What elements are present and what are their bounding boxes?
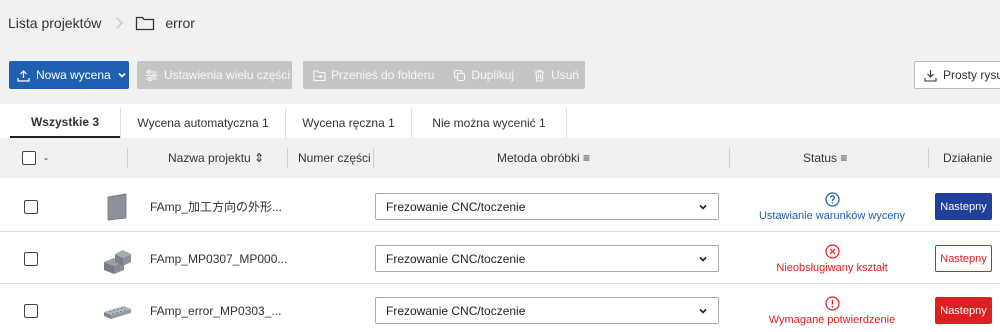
table-row: FAmp_error_MP0303_... Frezowanie CNC/toc… xyxy=(0,285,1000,332)
action-cell: Nastepny xyxy=(935,233,992,284)
multi-part-settings-button[interactable]: Ustawienia wielu części xyxy=(137,61,292,89)
chevron-down-icon xyxy=(699,204,707,210)
column-divider xyxy=(287,148,288,168)
row-select-cell xyxy=(24,285,38,332)
duplicate-button[interactable]: Duplikuj xyxy=(443,61,523,89)
status-cell: Wymagane potwierdzenie xyxy=(742,285,922,332)
tab-manual-quote[interactable]: Wycena ręczna 1 xyxy=(286,108,412,138)
next-button[interactable]: Nastepny xyxy=(935,245,992,272)
select-all-checkbox[interactable] xyxy=(22,151,36,165)
select-all-cell: - xyxy=(22,138,48,178)
status-text: Nieobsługiwany kształt xyxy=(776,261,888,274)
project-name[interactable]: FAmp_加工方向の外形... xyxy=(150,181,282,232)
move-to-folder-label: Przenieś do folderu xyxy=(331,68,435,82)
tab-cannot-quote[interactable]: Nie można wycenić 1 xyxy=(412,108,567,138)
table-header: - Nazwa projektu ⇕ Numer części Metoda o… xyxy=(0,138,1000,178)
column-header-status[interactable]: Status ≡ xyxy=(803,138,847,178)
part-thumbnail xyxy=(100,285,134,332)
tab-auto-quote[interactable]: Wycena automatyczna 1 xyxy=(120,108,286,138)
machining-method-select[interactable]: Frezowanie CNC/toczenie xyxy=(375,297,719,324)
status-cell: Ustawianie warunków wyceny xyxy=(742,181,922,232)
table-row: FAmp_MP0307_MP000... Frezowanie CNC/tocz… xyxy=(0,233,1000,284)
breadcrumb: Lista projektów error xyxy=(0,0,1000,46)
machining-method-value: Frezowanie CNC/toczenie xyxy=(386,199,526,214)
move-to-folder-button[interactable]: Przenieś do folderu xyxy=(303,61,443,89)
method-cell: Frezowanie CNC/toczenie xyxy=(375,285,719,332)
x-circle-icon xyxy=(824,243,840,259)
new-quote-button[interactable]: Nowa wycena xyxy=(9,61,129,89)
column-divider xyxy=(928,148,929,168)
folder-move-icon xyxy=(312,68,326,82)
column-divider xyxy=(127,148,128,168)
chevron-down-icon xyxy=(117,68,127,82)
column-header-action: Działanie xyxy=(943,151,993,165)
machining-method-value: Frezowanie CNC/toczenie xyxy=(386,251,526,266)
part-thumbnail xyxy=(100,181,134,232)
method-cell: Frezowanie CNC/toczenie xyxy=(375,181,719,232)
next-button[interactable]: Nastepny xyxy=(935,297,992,324)
chevron-right-icon xyxy=(111,17,124,29)
table-row: FAmp_加工方向の外形... Frezowanie CNC/toczenie … xyxy=(0,181,1000,232)
simple-upload-button[interactable]: Prosty rysu xyxy=(914,61,1000,89)
part-thumbnail xyxy=(100,233,134,284)
delete-button[interactable]: Usuń xyxy=(523,61,588,89)
chevron-down-icon xyxy=(699,256,707,262)
column-divider xyxy=(729,148,730,168)
tab-all[interactable]: Wszystkie 3 xyxy=(10,108,120,138)
perforated-plate-part-icon xyxy=(100,296,134,326)
simple-upload-label: Prosty rysu xyxy=(943,68,1000,82)
upload-icon xyxy=(17,68,30,82)
project-name[interactable]: FAmp_MP0307_MP000... xyxy=(150,233,287,284)
folder-icon xyxy=(135,15,155,31)
status-text: Ustawianie warunków wyceny xyxy=(758,209,906,222)
column-header-project-name[interactable]: Nazwa projektu ⇕ xyxy=(168,138,264,178)
project-name[interactable]: FAmp_error_MP0303_... xyxy=(150,285,281,332)
copy-icon xyxy=(452,68,466,82)
column-header-method[interactable]: Metoda obróbki ≡ xyxy=(497,138,590,178)
multi-part-settings-label: Ustawienia wielu części xyxy=(164,68,291,82)
row-select-cell xyxy=(24,233,38,284)
block-part-icon xyxy=(100,244,134,274)
plate-part-icon xyxy=(100,192,134,222)
row-checkbox[interactable] xyxy=(24,199,38,214)
question-circle-icon xyxy=(824,191,840,207)
exclamation-circle-icon xyxy=(824,295,840,311)
column-divider xyxy=(373,148,374,168)
new-quote-label: Nowa wycena xyxy=(36,68,111,82)
next-button[interactable]: Nastepny xyxy=(935,193,992,220)
breadcrumb-current-folder: error xyxy=(165,15,195,31)
row-select-cell xyxy=(24,181,38,232)
sliders-icon xyxy=(145,68,158,82)
column-header-part-number: Numer części xyxy=(298,151,371,165)
bulk-actions-group: Przenieś do folderu Duplikuj Usuń xyxy=(303,61,585,89)
status-text: Wymagane potwierdzenie xyxy=(768,313,896,326)
download-icon xyxy=(923,68,937,82)
machining-method-select[interactable]: Frezowanie CNC/toczenie xyxy=(375,245,719,272)
action-cell: Nastepny xyxy=(935,181,992,232)
breadcrumb-root-link[interactable]: Lista projektów xyxy=(8,15,101,31)
method-cell: Frezowanie CNC/toczenie xyxy=(375,233,719,284)
filter-tabs: Wszystkie 3 Wycena automatyczna 1 Wycena… xyxy=(0,104,1000,138)
row-checkbox[interactable] xyxy=(24,251,38,266)
machining-method-value: Frezowanie CNC/toczenie xyxy=(386,303,526,318)
select-all-label: - xyxy=(44,151,48,165)
machining-method-select[interactable]: Frezowanie CNC/toczenie xyxy=(375,193,719,220)
action-cell: Nastepny xyxy=(935,285,992,332)
row-checkbox[interactable] xyxy=(24,303,38,318)
toolbar: Nowa wycena Ustawienia wielu części Prze… xyxy=(0,46,1000,104)
trash-icon xyxy=(532,68,546,82)
delete-label: Usuń xyxy=(551,68,580,82)
status-cell: Nieobsługiwany kształt xyxy=(742,233,922,284)
duplicate-label: Duplikuj xyxy=(471,68,515,82)
chevron-down-icon xyxy=(699,308,707,314)
